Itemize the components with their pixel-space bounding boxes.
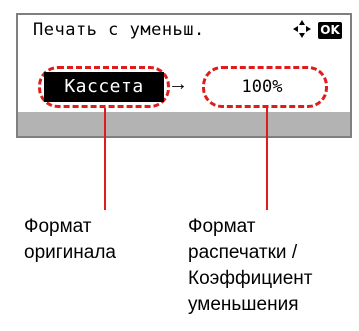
callout-line: уменьшения — [188, 294, 299, 315]
status-bar — [18, 112, 350, 136]
leader-line-output — [266, 108, 268, 210]
callout-original-size: Формат оригинала — [24, 214, 116, 266]
callout-line: Формат — [24, 216, 92, 237]
screen-title: Печать с уменьш. — [33, 20, 205, 40]
navigation-icon — [292, 19, 312, 45]
callout-line: оригинала — [24, 242, 117, 263]
four-way-arrow-icon — [293, 20, 311, 38]
callout-line: Коэффициент — [188, 268, 313, 289]
paper-source-value[interactable]: Кассета — [44, 72, 164, 102]
callout-output-size: Формат распечатки / Коэффициент уменьшен… — [188, 214, 312, 318]
callout-line: распечатки / — [188, 242, 298, 263]
callout-line: Формат — [188, 216, 256, 237]
zoom-ratio-value[interactable]: 100% — [212, 72, 312, 102]
leader-line-original — [104, 108, 106, 210]
arrow-icon: → — [168, 73, 188, 95]
ok-icon[interactable]: OK — [318, 22, 342, 39]
